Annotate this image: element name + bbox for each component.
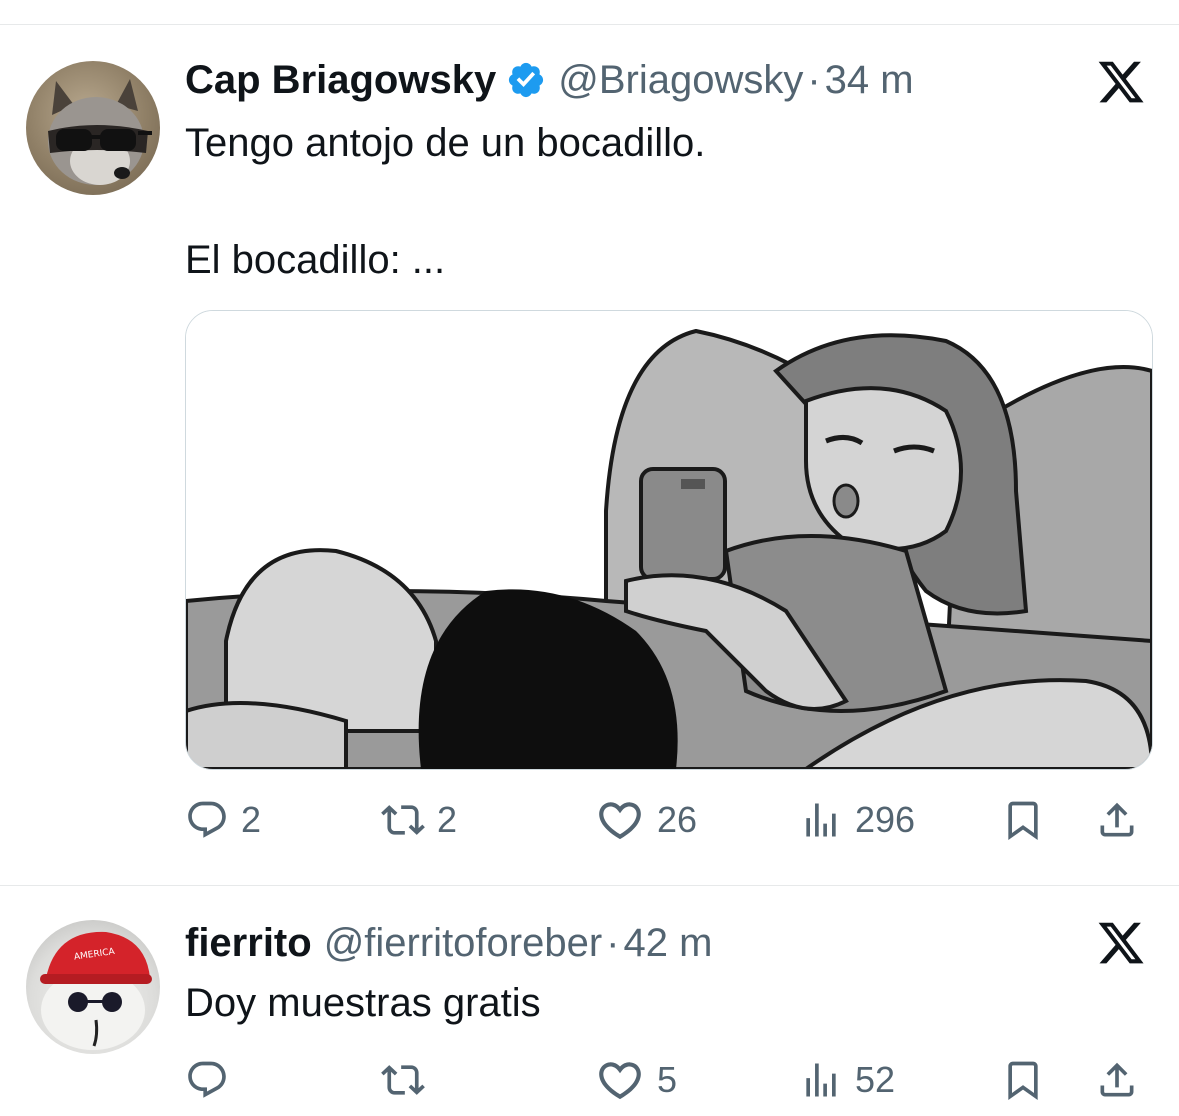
views-count: 296 <box>855 799 916 840</box>
x-logo-icon <box>1098 922 1144 964</box>
views-count: 52 <box>855 1059 896 1100</box>
retweet-icon <box>381 805 425 835</box>
bookmark-icon <box>1008 1061 1038 1101</box>
author-handle[interactable]: @fierritoforeber <box>324 921 602 966</box>
like-button[interactable]: 5 <box>595 1050 677 1110</box>
heart-icon <box>599 1062 641 1100</box>
retweet-count: 2 <box>437 799 458 840</box>
tweet-actions: 5 52 <box>185 1050 1155 1110</box>
tweet-text-line: Tengo antojo de un bocadillo. <box>185 121 706 165</box>
retweet-icon <box>381 1065 425 1095</box>
bookmark-button[interactable] <box>1001 790 1045 850</box>
tweet[interactable]: AMERICA fierrito @fierritoforeber · 42 m… <box>0 886 1179 1116</box>
raccoon-avatar-icon <box>48 79 152 185</box>
tweet-actions: 2 2 26 296 <box>185 790 1155 850</box>
retweet-button[interactable]: 2 <box>381 790 457 850</box>
speech-bubble-icon <box>188 1061 226 1098</box>
share-button[interactable] <box>1095 790 1139 850</box>
separator-dot: · <box>807 57 821 102</box>
like-count: 5 <box>657 1059 678 1100</box>
tweet-header: Cap Briagowsky @Briagowsky · 34 m <box>185 55 914 105</box>
retweet-button[interactable] <box>381 1050 437 1110</box>
share-button[interactable] <box>1095 1050 1139 1110</box>
bar-chart-icon <box>806 803 836 837</box>
like-count: 26 <box>657 799 698 840</box>
bookmark-icon <box>1008 801 1038 841</box>
reply-button[interactable]: 2 <box>185 790 261 850</box>
share-icon <box>1100 802 1134 837</box>
tweet-text-line: Doy muestras gratis <box>185 981 541 1025</box>
separator-dot: · <box>606 920 620 965</box>
views-button[interactable]: 52 <box>799 1050 895 1110</box>
tweet-header: fierrito @fierritoforeber · 42 m <box>185 918 712 968</box>
bookmark-button[interactable] <box>1001 1050 1045 1110</box>
tweet[interactable]: Cap Briagowsky @Briagowsky · 34 m Tengo … <box>0 25 1179 885</box>
bar-chart-icon <box>806 1063 836 1097</box>
author-name[interactable]: Cap Briagowsky <box>185 58 496 103</box>
cat-with-cap-avatar-icon: AMERICA <box>40 931 152 1050</box>
timestamp[interactable]: 34 m <box>825 58 914 103</box>
avatar[interactable]: AMERICA <box>26 920 160 1054</box>
like-button[interactable]: 26 <box>595 790 697 850</box>
author-name[interactable]: fierrito <box>185 921 312 966</box>
verified-badge-icon <box>509 62 544 98</box>
reply-count: 2 <box>241 799 262 840</box>
x-logo-icon <box>1098 61 1144 103</box>
avatar[interactable] <box>26 61 160 195</box>
views-button[interactable]: 296 <box>799 790 915 850</box>
timestamp[interactable]: 42 m <box>624 921 713 966</box>
tweet-text-line: El bocadillo: ... <box>185 238 446 282</box>
speech-bubble-icon <box>188 801 226 838</box>
author-handle[interactable]: @Briagowsky <box>558 58 803 103</box>
tweet-media-image[interactable] <box>185 310 1153 770</box>
cartoon-illustration <box>186 311 1152 769</box>
share-icon <box>1100 1062 1134 1097</box>
heart-icon <box>599 802 641 840</box>
reply-button[interactable] <box>185 1050 241 1110</box>
